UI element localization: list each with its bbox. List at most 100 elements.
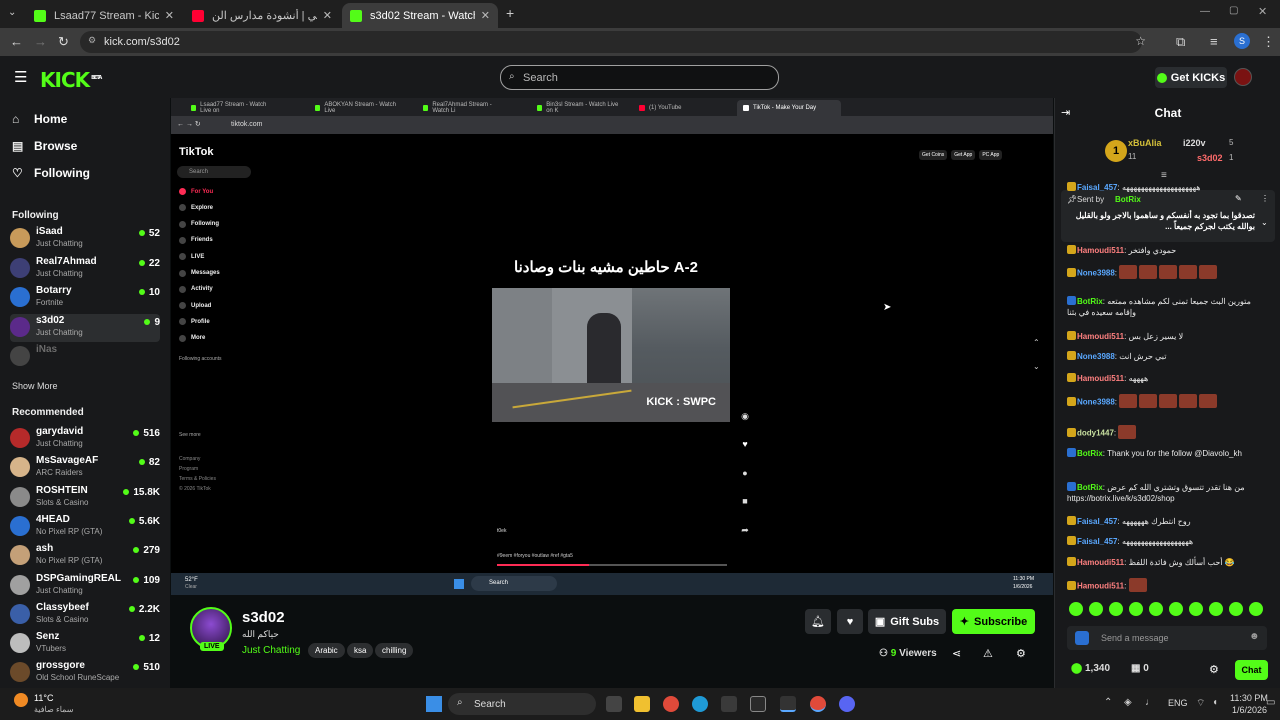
back-icon[interactable]: ← (10, 34, 23, 49)
sidebar-channel[interactable]: Classybeef Slots & Casino 2.2K (10, 601, 160, 629)
file-explorer-icon[interactable] (634, 696, 650, 712)
os-search[interactable]: ⌕ Search (448, 693, 596, 715)
emote-icon[interactable] (1149, 602, 1163, 616)
reload-icon[interactable]: ↻ (58, 34, 69, 50)
tag-chilling[interactable]: chilling (375, 643, 414, 658)
window-close-icon[interactable]: ✕ (1258, 5, 1267, 18)
app-icon[interactable] (750, 696, 766, 712)
channel-points[interactable]: ⬤ 1,340 (1071, 663, 1110, 674)
notifications-icon[interactable]: ▭ (1266, 697, 1275, 708)
bookmark-star-icon[interactable]: ☆ (1135, 34, 1146, 48)
maximize-icon[interactable]: ▢ (1229, 5, 1238, 16)
sidebar-item-following[interactable]: ♡ Following (12, 166, 90, 180)
minimize-icon[interactable]: — (1200, 6, 1210, 17)
more-icon[interactable]: ⋮ (1261, 194, 1269, 203)
follow-button[interactable]: ♥ (837, 609, 863, 634)
share-icon[interactable]: ⋖ (952, 647, 961, 660)
get-kicks-button[interactable]: Get KICKs (1155, 67, 1227, 88)
search-input[interactable]: ⌕ Search (500, 65, 779, 90)
emote-icon[interactable] (1069, 602, 1083, 616)
emote-icon[interactable] (1129, 602, 1143, 616)
chat-username[interactable]: Hamoudi511 (1077, 246, 1124, 255)
close-icon[interactable]: ✕ (165, 9, 174, 22)
chat-username[interactable]: Hamoudi511 (1077, 374, 1124, 383)
new-tab-icon[interactable]: + (506, 5, 514, 21)
browser-tab-2[interactable]: محمد الغزالي | أنشودة مدارس الن ✕ (184, 3, 340, 28)
tag-arabic[interactable]: Arabic (308, 643, 345, 658)
network-tray-icon[interactable]: ◈ (1124, 697, 1132, 708)
streamer-name[interactable]: s3d02 (242, 609, 285, 626)
sidebar-channel[interactable]: ROSHTEIN Slots & Casino 15.8K (10, 484, 160, 512)
user-avatar[interactable] (1234, 68, 1252, 86)
browser-tab-3[interactable]: s3d02 Stream - Watch Live on Kick ✕ (342, 3, 498, 28)
chat-username[interactable]: None3988 (1077, 269, 1115, 278)
gift-subs-button[interactable]: ▣ Gift Subs (868, 609, 946, 634)
tab-search-chevron-icon[interactable]: ⌄ (8, 7, 16, 18)
chat-username[interactable]: Hamoudi511 (1077, 558, 1124, 567)
top-gifter-2-name[interactable]: i220v (1183, 138, 1206, 148)
chat-send-button[interactable]: Chat (1235, 660, 1268, 680)
chat-identity-icon[interactable] (1075, 631, 1089, 645)
chrome-active-icon[interactable] (810, 696, 826, 712)
windows-start-icon[interactable] (426, 696, 442, 712)
pinned-message[interactable]: 📌︎ Sent by BotRix تصدقوا بما تجود به أنف… (1061, 190, 1275, 242)
clock-date[interactable]: 1/6/2026 (1232, 705, 1267, 715)
profile-avatar[interactable]: S (1234, 33, 1250, 49)
sidebar-channel[interactable]: s3d02 Just Chatting 9 (10, 313, 160, 342)
sidebar-channel[interactable]: iNas (10, 343, 160, 371)
tray-chevron-icon[interactable]: ⌃ (1104, 697, 1112, 708)
chat-settings-icon[interactable]: ⚙ (1209, 663, 1219, 676)
media-control-icon[interactable]: ≡ (1210, 34, 1218, 49)
browser-tab-1[interactable]: Lsaad77 Stream - Kick Dashboard ✕ (26, 3, 182, 28)
task-view-icon[interactable] (606, 696, 622, 712)
obs-icon[interactable] (780, 696, 796, 712)
chat-username[interactable]: None3988 (1077, 398, 1115, 407)
expand-leaderboard-icon[interactable]: ≡ (1161, 170, 1167, 181)
address-bar[interactable]: ⚙ kick.com/s3d02 ☆ (80, 31, 1146, 53)
chat-username[interactable]: dody1447 (1077, 429, 1114, 438)
emote-icon[interactable] (1229, 602, 1243, 616)
video-player[interactable]: Lsaad77 Stream - Watch Live on ABOKYAN S… (171, 98, 1053, 595)
edge-icon[interactable] (692, 696, 708, 712)
sidebar-channel[interactable]: Real7Ahmad Just Chatting 22 (10, 255, 160, 283)
sidebar-channel[interactable]: grossgore Old School RuneScape 510 (10, 659, 160, 687)
chat-username[interactable]: Faisal_457 (1077, 517, 1117, 526)
close-icon[interactable]: ✕ (323, 9, 332, 22)
browser-menu-icon[interactable]: ⋮ (1262, 34, 1275, 50)
close-icon[interactable]: ✕ (481, 9, 490, 22)
store-icon[interactable] (721, 696, 737, 712)
clock-time[interactable]: 11:30 PM (1230, 693, 1268, 703)
mic-icon[interactable]: ♩ (1145, 697, 1155, 708)
extensions-icon[interactable]: ⧉ (1176, 34, 1185, 50)
emote-icon[interactable] (1109, 602, 1123, 616)
chat-username[interactable]: BotRix (1077, 449, 1103, 458)
discord-icon[interactable] (839, 696, 855, 712)
emote-icon[interactable] (1189, 602, 1203, 616)
language-indicator[interactable]: ENG (1168, 698, 1188, 708)
sidebar-channel[interactable]: MsSavageAF ARC Raiders 82 (10, 454, 160, 482)
chat-username[interactable]: Hamoudi511 (1077, 332, 1124, 341)
other-counter[interactable]: ▦ 0 (1131, 663, 1149, 674)
sidebar-item-home[interactable]: ⌂ Home (12, 112, 67, 126)
chat-username[interactable]: Faisal_457 (1077, 183, 1117, 192)
chevron-down-icon[interactable]: ⌄ (1261, 218, 1268, 227)
stream-category[interactable]: Just Chatting (242, 645, 300, 656)
more-options-icon[interactable]: ⚙ (1016, 647, 1026, 660)
unpin-icon[interactable]: ✎ (1235, 194, 1242, 203)
emoji-icon[interactable]: ☻ (1249, 631, 1260, 642)
notification-bell-button[interactable]: 🔔︎ (805, 609, 831, 634)
chrome-icon[interactable] (663, 696, 679, 712)
sidebar-channel[interactable]: Botarry Fortnite 10 (10, 284, 160, 312)
sidebar-channel[interactable]: Senz VTubers 12 (10, 630, 160, 658)
emote-icon[interactable] (1089, 602, 1103, 616)
sidebar-channel[interactable]: DSPGamingREAL Just Chatting 109 (10, 572, 160, 600)
kick-logo[interactable]: KICK BETA (40, 68, 102, 92)
top-gifter-3-name[interactable]: s3d02 (1197, 153, 1223, 163)
chat-username[interactable]: Hamoudi511 (1077, 582, 1124, 591)
sidebar-channel[interactable]: 4HEAD No Pixel RP (GTA) 5.6K (10, 513, 160, 541)
site-info-icon[interactable]: ⚙ (88, 35, 96, 46)
wifi-icon[interactable]: ⌔ (1196, 697, 1205, 710)
hamburger-menu-icon[interactable]: ☰ (14, 68, 27, 86)
show-more-link[interactable]: Show More (12, 381, 58, 391)
chat-username[interactable]: BotRix (1077, 483, 1103, 492)
